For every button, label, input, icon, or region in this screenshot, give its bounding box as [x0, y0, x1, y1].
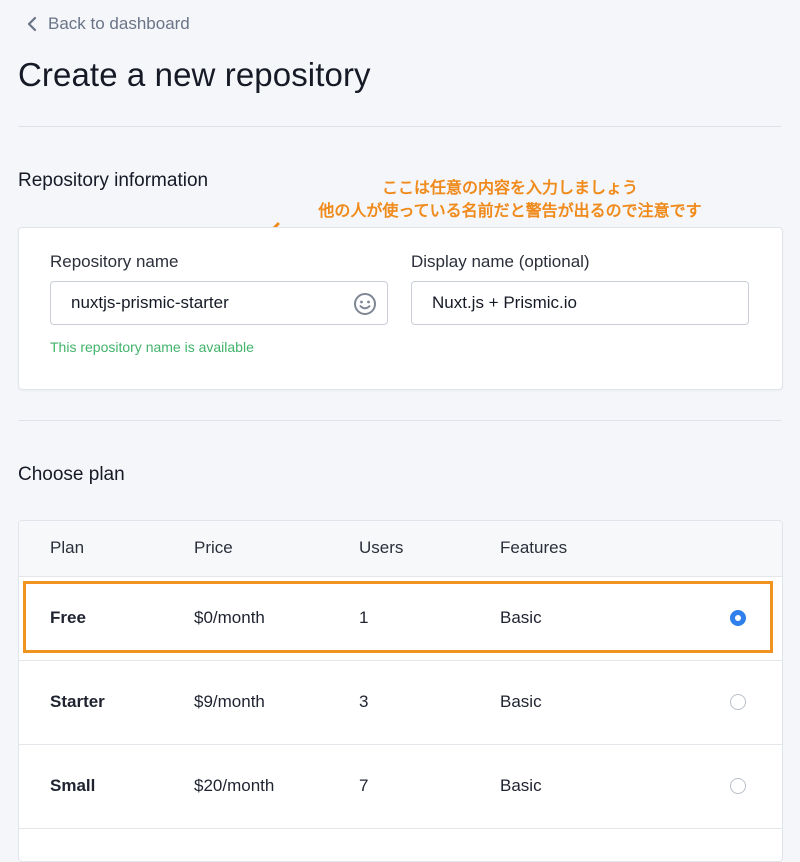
plan-radio-small[interactable] — [730, 778, 746, 794]
repository-name-input[interactable]: nuxtjs-prismic-starter — [50, 281, 388, 325]
repository-information-card: Repository name nuxtjs-prismic-starter T… — [18, 227, 783, 390]
header-divider — [18, 126, 781, 127]
plan-name: Starter — [50, 692, 105, 711]
plan-users: 7 — [359, 776, 369, 795]
repository-name-value: nuxtjs-prismic-starter — [71, 293, 229, 312]
column-header-price: Price — [194, 538, 233, 557]
plan-price: $20/month — [194, 776, 275, 795]
choose-plan-heading: Choose plan — [18, 464, 125, 485]
plan-radio-free[interactable] — [730, 610, 746, 626]
plan-name: Small — [50, 776, 96, 795]
plan-table-header: Plan Price Users Features — [19, 521, 782, 577]
display-name-input[interactable]: Nuxt.js + Prismic.io — [411, 281, 749, 325]
back-to-dashboard-link[interactable]: Back to dashboard — [26, 14, 190, 34]
annotation-line-2: 他の人が使っている名前だと警告が出るので注意です — [318, 201, 702, 220]
annotation-note: ここは任意の内容を入力しましょう 他の人が使っている名前だと警告が出るので注意で… — [270, 176, 750, 222]
page-title: Create a new repository — [18, 56, 371, 93]
plan-users: 1 — [359, 608, 369, 627]
display-name-label: Display name (optional) — [411, 252, 590, 271]
display-name-value: Nuxt.js + Prismic.io — [432, 293, 577, 312]
repository-name-label: Repository name — [50, 252, 179, 271]
section-divider — [18, 420, 781, 421]
plan-row-starter[interactable]: Starter $9/month 3 Basic — [19, 660, 782, 745]
plan-features: Basic — [500, 608, 542, 627]
plan-price: $0/month — [194, 608, 265, 627]
smiley-icon[interactable] — [353, 292, 377, 316]
plan-row-free[interactable]: Free $0/month 1 Basic — [19, 576, 782, 661]
annotation-line-1: ここは任意の内容を入力しましょう — [381, 178, 638, 197]
plan-price: $9/month — [194, 692, 265, 711]
repository-name-availability: This repository name is available — [50, 339, 254, 355]
plan-name: Free — [50, 608, 86, 627]
plan-features: Basic — [500, 776, 542, 795]
repository-information-heading: Repository information — [18, 170, 209, 191]
plan-radio-starter[interactable] — [730, 694, 746, 710]
column-header-plan: Plan — [50, 538, 85, 557]
plan-users: 3 — [359, 692, 369, 711]
chevron-left-icon — [27, 16, 37, 32]
plan-row-small[interactable]: Small $20/month 7 Basic — [19, 744, 782, 829]
back-link-label: Back to dashboard — [48, 14, 190, 33]
plan-features: Basic — [500, 692, 542, 711]
column-header-features: Features — [500, 538, 568, 557]
plan-table: Plan Price Users Features Free $0/month … — [18, 520, 783, 862]
column-header-users: Users — [359, 538, 404, 557]
